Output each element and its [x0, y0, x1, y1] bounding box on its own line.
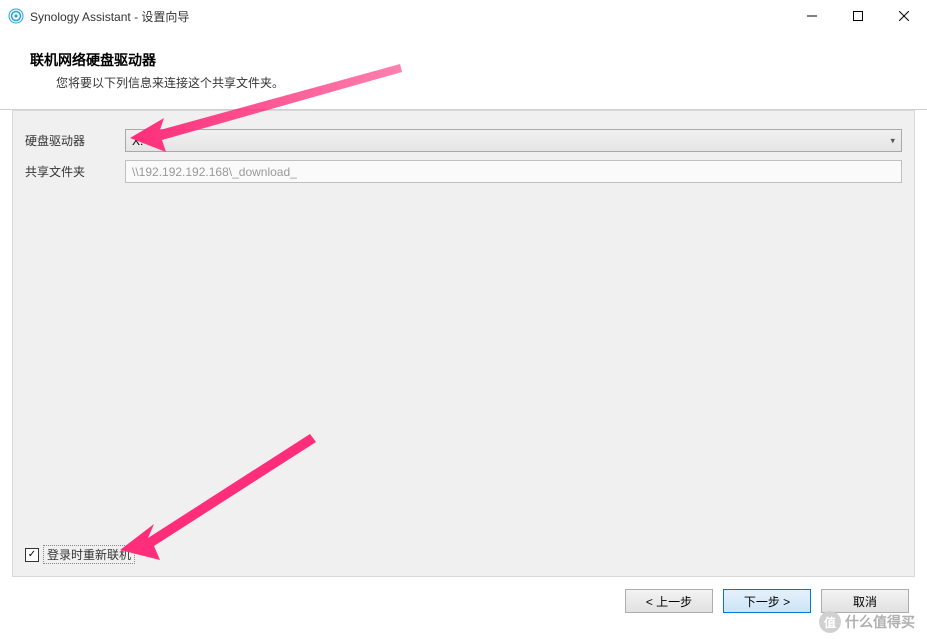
window-titlebar: Synology Assistant - 设置向导 [0, 0, 927, 32]
check-icon: ✓ [28, 549, 36, 560]
folder-input: \\192.192.192.168\_download_ [125, 160, 902, 183]
chevron-down-icon: ▾ [890, 135, 895, 146]
window-controls [789, 0, 927, 32]
next-button[interactable]: 下一步 > [723, 589, 811, 613]
page-subtitle: 您将要以下列信息来连接这个共享文件夹。 [56, 74, 897, 91]
minimize-button[interactable] [789, 0, 835, 32]
back-button[interactable]: < 上一步 [625, 589, 713, 613]
drive-label: 硬盘驱动器 [25, 132, 125, 149]
maximize-button[interactable] [835, 0, 881, 32]
button-bar: < 上一步 下一步 > 取消 [0, 577, 927, 625]
cancel-button[interactable]: 取消 [821, 589, 909, 613]
content-panel: 硬盘驱动器 X: ▾ 共享文件夹 \\192.192.192.168\_down… [12, 110, 915, 577]
watermark-text: 什么值得买 [845, 612, 915, 632]
drive-select[interactable]: X: ▾ [125, 129, 902, 152]
window-title: Synology Assistant - 设置向导 [30, 8, 789, 25]
close-button[interactable] [881, 0, 927, 32]
app-icon [8, 8, 24, 24]
drive-select-value: X: [132, 134, 143, 148]
reconnect-label[interactable]: 登录时重新联机 [43, 545, 135, 564]
wizard-header: 联机网络硬盘驱动器 您将要以下列信息来连接这个共享文件夹。 [0, 32, 927, 101]
reconnect-checkbox[interactable]: ✓ [25, 548, 39, 562]
watermark: 值 什么值得买 [819, 611, 915, 633]
folder-row: 共享文件夹 \\192.192.192.168\_download_ [25, 160, 902, 183]
watermark-icon: 值 [819, 611, 841, 633]
reconnect-row: ✓ 登录时重新联机 [25, 545, 135, 564]
page-title: 联机网络硬盘驱动器 [30, 50, 897, 70]
folder-label: 共享文件夹 [25, 163, 125, 180]
drive-row: 硬盘驱动器 X: ▾ [25, 129, 902, 152]
folder-value: \\192.192.192.168\_download_ [132, 165, 297, 179]
